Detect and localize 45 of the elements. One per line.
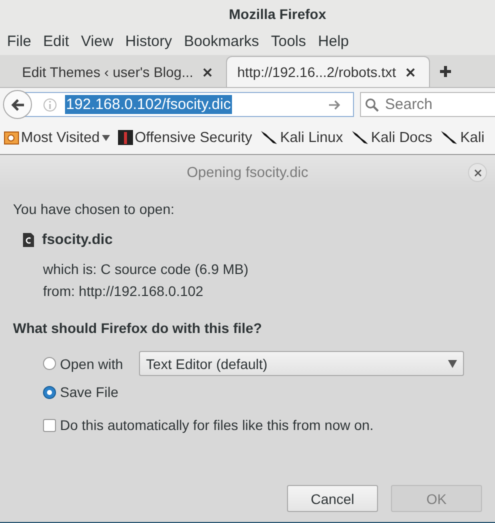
folder-icon — [4, 130, 19, 145]
site-icon — [118, 130, 133, 145]
close-icon[interactable] — [406, 68, 416, 76]
address-field[interactable]: 192.168.0.102/fsocity.dic — [24, 92, 354, 117]
menu-item[interactable]: Bookmarks — [178, 32, 266, 50]
browser-tab[interactable]: Edit Themes ‹ user's Blog... — [12, 57, 226, 87]
menu-item[interactable]: History — [120, 32, 179, 50]
menu-item[interactable]: Help — [313, 32, 356, 50]
bookmark-item[interactable]: Kali — [440, 130, 484, 146]
app-dropdown[interactable]: Text Editor (default) — [139, 351, 464, 376]
bookmark-item[interactable]: Kali Linux — [260, 130, 343, 146]
radio-button[interactable] — [43, 386, 56, 398]
dialog-button[interactable]: Cancel — [287, 485, 378, 512]
close-button[interactable] — [468, 163, 487, 182]
search-field[interactable]: Search — [360, 92, 495, 117]
search-icon — [365, 98, 379, 112]
plus-icon[interactable] — [440, 66, 452, 77]
caret-icon — [448, 360, 458, 368]
menu-item[interactable]: Tools — [266, 32, 314, 50]
file-icon — [23, 233, 34, 247]
bookmark-item[interactable]: Kali Docs — [351, 130, 432, 146]
intro-text: You have chosen to open: — [13, 201, 176, 217]
checkbox[interactable] — [43, 418, 56, 432]
option-label[interactable]: Save File — [60, 384, 118, 400]
question-heading: What should Firefox do with this file? — [13, 320, 263, 336]
go-arrow-icon[interactable] — [328, 98, 341, 110]
close-icon[interactable] — [203, 68, 212, 76]
back-button[interactable] — [3, 90, 32, 119]
file-source: from: http://192.168.0.102 — [43, 283, 204, 299]
menu-item[interactable]: File — [2, 32, 38, 50]
menu-item[interactable]: Edit — [38, 32, 76, 50]
checkbox-label[interactable]: Do this automatically for files like this from now on. — [60, 417, 374, 433]
radio-button[interactable] — [43, 357, 56, 370]
file-type: which is: C source code (6.9 MB) — [43, 261, 250, 277]
option-label[interactable]: Open with — [60, 356, 124, 372]
caret-icon — [102, 134, 110, 140]
dialog-title: Opening fsocity.dic — [186, 165, 308, 181]
back-arrow-icon — [10, 98, 24, 112]
window-title: Mozilla Firefox — [228, 6, 326, 22]
bookmark-item[interactable]: Offensive Security — [118, 130, 252, 146]
menu-item[interactable]: View — [76, 32, 120, 50]
bookmark-item[interactable]: Most Visited — [4, 130, 110, 146]
close-icon — [474, 168, 482, 176]
file-name: fsocity.dic — [42, 232, 113, 248]
browser-tab[interactable]: http://192.16...2/robots.txt — [226, 56, 430, 87]
